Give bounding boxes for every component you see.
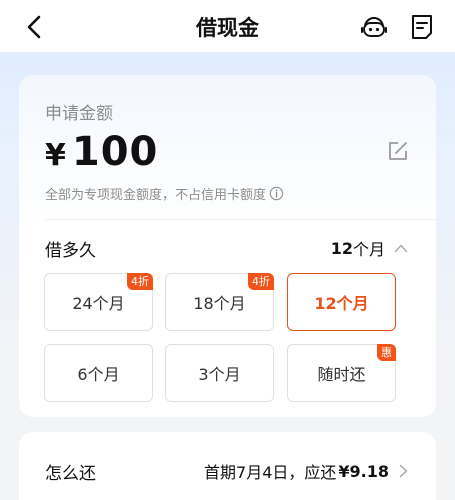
customer-service-icon[interactable] bbox=[360, 13, 388, 41]
amount-note: 全部为专项现金额度，不占信用卡额度 bbox=[45, 184, 284, 203]
term-option-12[interactable]: 12个月 bbox=[287, 273, 396, 331]
repay-info-text: 首期7月4日，应还 bbox=[204, 463, 337, 482]
repay-label: 怎么还 bbox=[45, 464, 96, 484]
term-selected-num: 12 bbox=[330, 238, 353, 258]
term-selected-unit: 个月 bbox=[352, 240, 385, 259]
term-option-24[interactable]: 24个月 4折 bbox=[44, 273, 153, 331]
term-option-label: 18个月 bbox=[193, 294, 246, 313]
term-option-anytime[interactable]: 随时还 惠 bbox=[287, 344, 396, 402]
amount-label: 申请金额 bbox=[45, 104, 113, 124]
term-option-label: 6个月 bbox=[77, 365, 120, 384]
term-label: 借多久 bbox=[45, 241, 96, 261]
term-option-label: 随时还 bbox=[317, 365, 366, 384]
info-icon[interactable] bbox=[269, 186, 284, 201]
edit-icon[interactable] bbox=[387, 140, 409, 162]
document-icon[interactable] bbox=[409, 13, 435, 41]
repay-row[interactable]: 怎么还 首期7月4日，应还 ¥9.18 bbox=[19, 432, 436, 500]
discount-badge: 4折 bbox=[127, 273, 153, 290]
promo-badge: 惠 bbox=[377, 344, 396, 361]
term-option-6[interactable]: 6个月 bbox=[44, 344, 153, 402]
repay-info: 首期7月4日，应还 ¥9.18 bbox=[204, 459, 408, 483]
term-option-18[interactable]: 18个月 4折 bbox=[165, 273, 274, 331]
chevron-right-icon bbox=[399, 464, 408, 478]
term-option-label: 3个月 bbox=[198, 365, 241, 384]
currency-symbol: ¥ bbox=[45, 138, 66, 173]
amount-display[interactable]: ¥ 100 bbox=[45, 129, 158, 179]
term-option-label: 24个月 bbox=[72, 294, 125, 313]
navbar: 借现金 bbox=[0, 0, 455, 52]
term-option-label: 12个月 bbox=[314, 294, 369, 313]
term-option-3[interactable]: 3个月 bbox=[165, 344, 274, 402]
chevron-up-icon bbox=[394, 244, 408, 253]
term-selected-toggle[interactable]: 12 个月 bbox=[331, 236, 408, 260]
repay-amount: ¥9.18 bbox=[338, 461, 389, 481]
amount-value: 100 bbox=[71, 129, 159, 175]
loan-card: 申请金额 ¥ 100 全部为专项现金额度，不占信用卡额度 借多久 12 个月 2… bbox=[19, 75, 436, 417]
amount-note-text: 全部为专项现金额度，不占信用卡额度 bbox=[45, 188, 267, 203]
divider bbox=[45, 219, 436, 220]
discount-badge: 4折 bbox=[248, 273, 274, 290]
